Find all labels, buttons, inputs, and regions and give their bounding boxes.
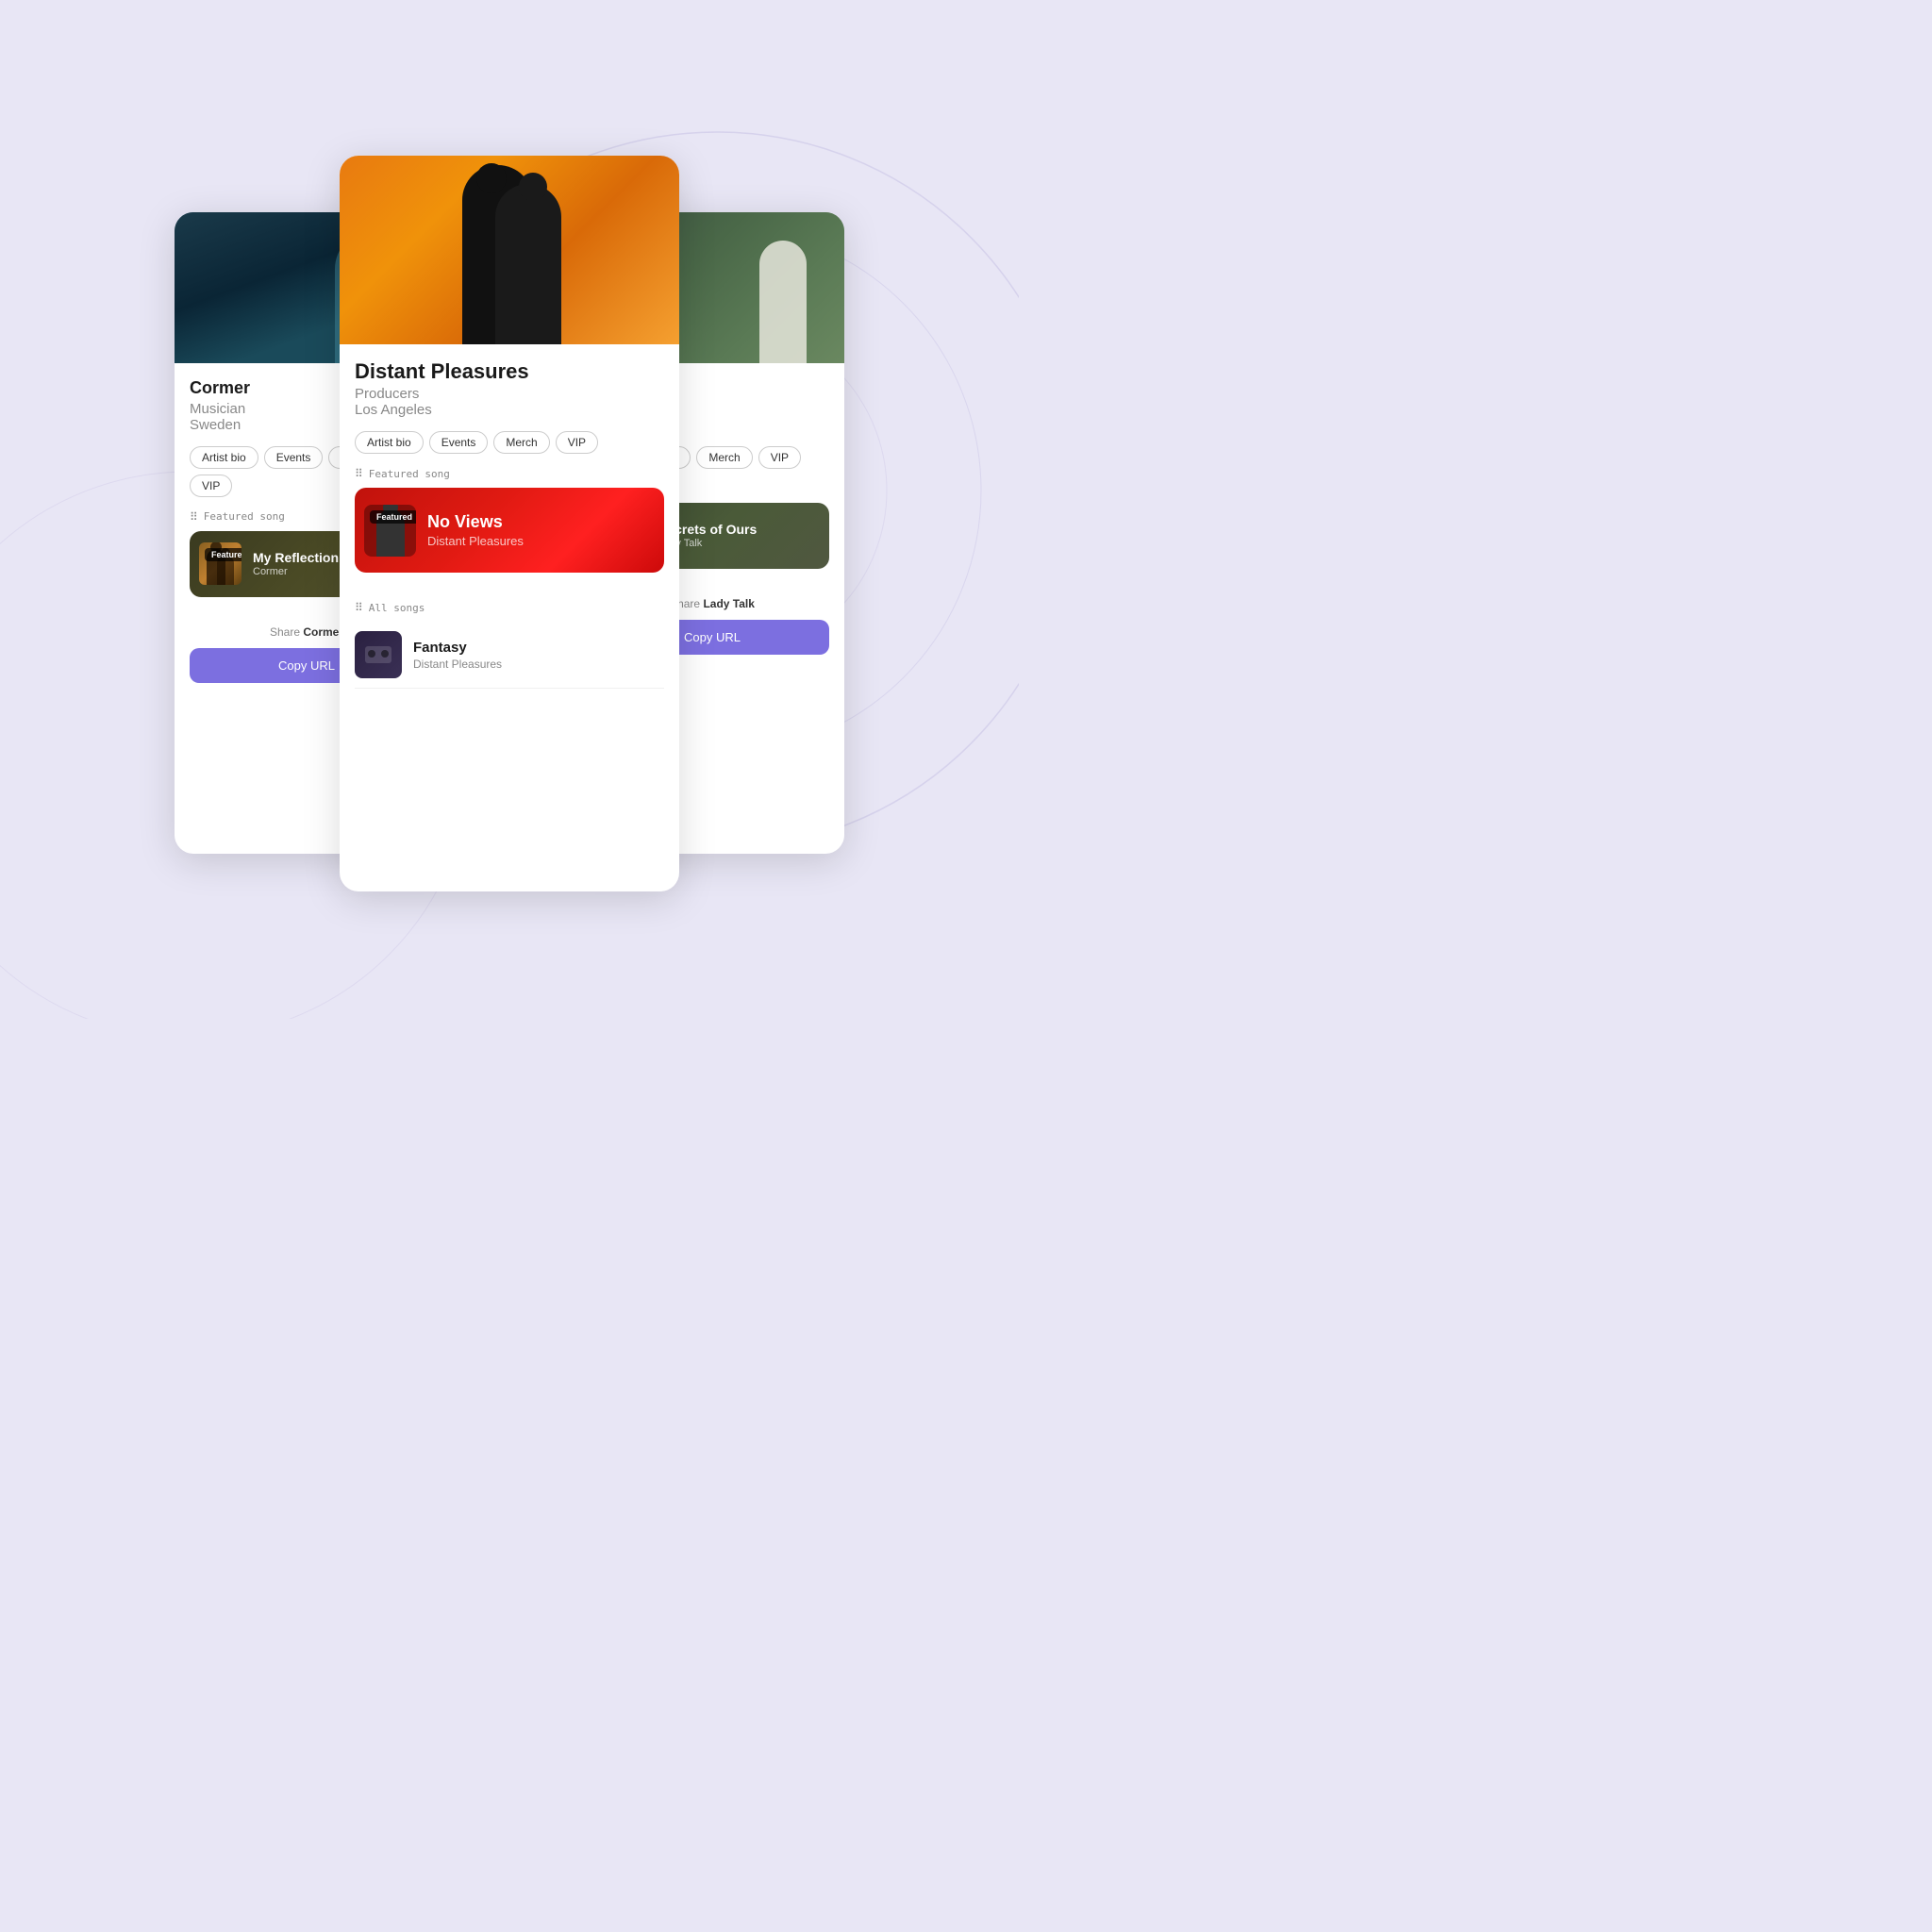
tag-events-left[interactable]: Events xyxy=(264,446,324,469)
featured-section-center: ⠿ Featured song xyxy=(355,467,664,480)
featured-song-center[interactable]: Featured No Views Distant Pleasures xyxy=(355,488,664,573)
all-songs-section: ⠿ All songs Fantasy Distant Pleasures xyxy=(340,601,679,704)
song-title-right: Secrets of Ours xyxy=(658,522,820,537)
song-list-artist-fantasy: Distant Pleasures xyxy=(413,658,502,671)
artist-type-center: Producers xyxy=(355,386,664,402)
song-artist-right: Lady Talk xyxy=(658,538,820,549)
song-list-item-fantasy[interactable]: Fantasy Distant Pleasures xyxy=(355,622,664,689)
card-center: Distant Pleasures Producers Los Angeles … xyxy=(340,156,679,891)
tag-vip-right[interactable]: VIP xyxy=(758,446,801,469)
tag-artist-bio-left[interactable]: Artist bio xyxy=(190,446,258,469)
tag-vip-center[interactable]: VIP xyxy=(556,431,598,454)
dots-icon-left: ⠿ xyxy=(190,510,198,524)
song-list-thumb-fantasy xyxy=(355,631,402,678)
artist-location-center: Los Angeles xyxy=(355,402,664,418)
song-info-center: No Views Distant Pleasures xyxy=(427,512,655,548)
song-list-info-fantasy: Fantasy Distant Pleasures xyxy=(413,640,502,671)
artist-image-center xyxy=(340,156,679,344)
artist-name-center: Distant Pleasures xyxy=(355,359,664,384)
cards-container: Cormer Musician Sweden Artist bio Events… xyxy=(156,156,863,863)
dots-icon-all: ⠿ xyxy=(355,601,363,614)
all-songs-label: ⠿ All songs xyxy=(355,601,664,614)
song-artist-center: Distant Pleasures xyxy=(427,534,655,548)
featured-badge-center: Featured xyxy=(370,510,416,524)
tag-merch-right[interactable]: Merch xyxy=(696,446,752,469)
song-title-center: No Views xyxy=(427,512,655,532)
song-list-title-fantasy: Fantasy xyxy=(413,640,502,656)
tag-vip-left[interactable]: VIP xyxy=(190,475,232,497)
tag-merch-center[interactable]: Merch xyxy=(493,431,549,454)
dots-icon-center: ⠿ xyxy=(355,467,363,480)
tags-center: Artist bio Events Merch VIP xyxy=(355,431,664,454)
song-info-right: Secrets of Ours Lady Talk xyxy=(658,522,820,549)
song-thumb-left: Featured xyxy=(199,542,242,585)
card-body-center: Distant Pleasures Producers Los Angeles … xyxy=(340,344,679,588)
tag-events-center[interactable]: Events xyxy=(429,431,489,454)
featured-badge-left: Featured xyxy=(205,548,242,561)
song-thumb-center: Featured xyxy=(364,505,416,557)
tag-artist-bio-center[interactable]: Artist bio xyxy=(355,431,424,454)
